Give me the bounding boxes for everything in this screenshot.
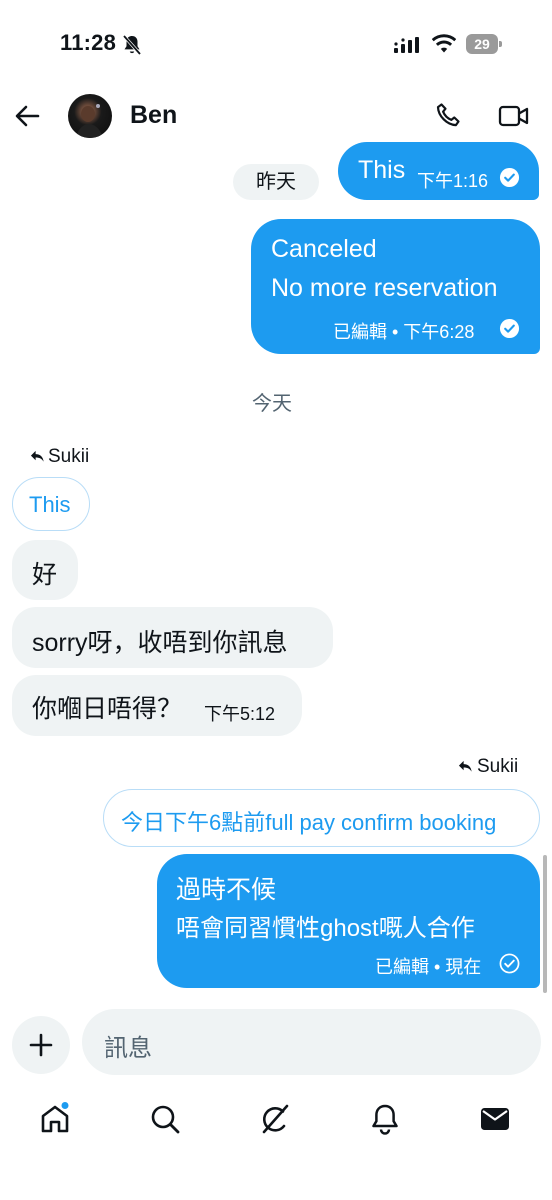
reply-arrow-icon	[458, 760, 472, 772]
sent-check-icon	[499, 953, 520, 974]
grok-icon[interactable]	[258, 1102, 292, 1136]
add-attachment-button[interactable]	[12, 1016, 70, 1074]
reply-context-outgoing: Sukii	[458, 756, 528, 780]
message-input-placeholder: 訊息	[104, 1035, 152, 1062]
avatar-photo-icon	[76, 104, 103, 138]
back-arrow-icon[interactable]	[14, 103, 40, 129]
home-icon[interactable]	[38, 1102, 72, 1136]
message-bubble-incoming[interactable]: 你嗰日唔得？ 下午5:12	[12, 675, 302, 736]
read-check-icon	[499, 318, 520, 339]
notifications-icon[interactable]	[368, 1102, 402, 1136]
battery-tip	[499, 41, 502, 47]
bell-muted-icon	[122, 34, 142, 56]
quoted-message-text: This	[29, 492, 71, 517]
message-meta: 已編輯 • 下午6:28	[333, 322, 475, 342]
message-meta: 已編輯 • 現在	[375, 957, 482, 977]
date-separator-yesterday: 昨天	[233, 164, 319, 200]
contact-name[interactable]: Ben	[130, 101, 177, 130]
messages-icon[interactable]	[478, 1102, 512, 1136]
message-text: This	[358, 156, 406, 184]
message-time: 下午5:12	[204, 704, 276, 724]
quoted-message[interactable]: This	[12, 477, 90, 531]
read-check-icon	[499, 167, 520, 188]
battery-indicator: 29	[466, 34, 502, 54]
message-text-line1: 過時不候	[176, 876, 277, 904]
status-time: 11:28	[60, 30, 117, 55]
message-bubble-incoming[interactable]: sorry呀，收唔到你訊息	[12, 607, 333, 668]
reply-context-label: Sukii	[48, 446, 90, 467]
message-text: 好	[32, 561, 58, 589]
reply-arrow-icon	[30, 450, 44, 462]
date-separator-today: 今天	[252, 393, 292, 415]
signal-icon	[394, 37, 419, 53]
message-text-line1: Canceled	[271, 235, 377, 263]
phone-icon[interactable]	[434, 101, 462, 129]
message-text-line2: 唔會同習慣性ghost嘅人合作	[176, 915, 475, 942]
message-text: 你嗰日唔得？	[32, 695, 183, 723]
message-bubble-outgoing[interactable]: This 下午1:16	[338, 142, 539, 200]
message-text: sorry呀，收唔到你訊息	[32, 629, 288, 657]
battery-level: 29	[466, 34, 498, 54]
message-text-line2: No more reservation	[271, 274, 498, 302]
wifi-icon	[432, 34, 456, 53]
avatar[interactable]	[68, 94, 112, 138]
message-bubble-outgoing[interactable]: Canceled No more reservation 已編輯 • 下午6:2…	[251, 219, 540, 354]
message-bubble-outgoing[interactable]: 過時不候 唔會同習慣性ghost嘅人合作 已編輯 • 現在	[157, 854, 540, 988]
plus-icon	[29, 1033, 53, 1057]
quoted-message[interactable]: 今日下午6點前full pay confirm booking	[103, 789, 540, 847]
quoted-message-text: 今日下午6點前full pay confirm booking	[121, 810, 497, 835]
reply-context-label: Sukii	[477, 756, 519, 777]
scrollbar[interactable]	[543, 855, 547, 993]
message-input[interactable]: 訊息	[82, 1009, 541, 1075]
video-call-icon[interactable]	[498, 102, 530, 130]
message-bubble-incoming[interactable]: 好	[12, 540, 78, 600]
message-time: 下午1:16	[417, 171, 489, 191]
search-icon[interactable]	[148, 1102, 182, 1136]
